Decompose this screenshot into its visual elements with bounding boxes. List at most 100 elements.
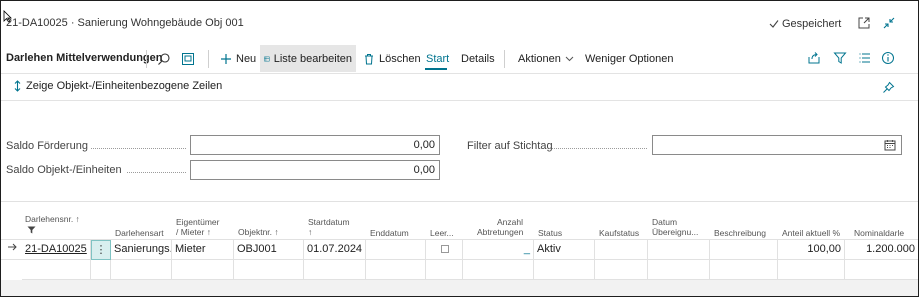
empty-cell[interactable] (710, 260, 778, 280)
divider (1, 100, 918, 101)
info-icon[interactable] (881, 51, 895, 65)
page-caption: Darlehen Mittelverwendungen (6, 52, 163, 64)
header-anteil[interactable]: Anteil aktuell % (782, 228, 840, 238)
table-cell-beschreibung[interactable] (710, 240, 778, 260)
empty-cell[interactable] (778, 260, 845, 280)
header-datum-line2[interactable]: Übereignu... (652, 227, 698, 237)
saldo-objekt-field[interactable]: 0,00 (190, 160, 440, 180)
show-object-lines-action[interactable]: Zeige Objekt-/Einheitenbezogene Zeilen (14, 80, 222, 92)
separator (146, 50, 147, 68)
tab-details-label: Details (461, 52, 495, 65)
empty-cell[interactable] (595, 260, 648, 280)
data-grid: Darlehensnr. ↑ Darlehensart Eigentümer /… (1, 201, 918, 296)
delete-button-label: Löschen (379, 52, 421, 65)
filter-stichtag-label: Filter auf Stichtag (467, 140, 553, 152)
list-view-icon[interactable] (858, 51, 872, 65)
header-nominal[interactable]: Nominaldarle (854, 228, 904, 238)
header-darlehensart[interactable]: Darlehensart (115, 228, 164, 238)
calendar-icon[interactable] (884, 139, 896, 151)
table-cell-eigentuemer[interactable]: Mieter (172, 240, 234, 260)
empty-cell[interactable] (463, 260, 534, 280)
table-cell-status[interactable]: Aktiv (534, 240, 595, 260)
table-cell-leer[interactable] (426, 240, 463, 260)
fewer-options-button[interactable]: Weniger Optionen (581, 45, 677, 72)
actions-menu-label: Aktionen (518, 52, 561, 65)
action-bar: Darlehen Mittelverwendungen Neu Liste be… (1, 45, 918, 72)
separator (504, 50, 505, 68)
tab-start-label: Start (426, 52, 450, 65)
tab-details[interactable]: Details (457, 45, 499, 72)
saldo-objekt-label: Saldo Objekt-/Einheiten (6, 164, 122, 176)
darlehensnr-link[interactable]: 21-DA10025 (25, 243, 87, 255)
field-dots (91, 148, 186, 149)
grid-top-border (1, 201, 918, 202)
actions-menu-button[interactable]: Aktionen (514, 45, 578, 72)
empty-cell[interactable] (111, 260, 172, 280)
open-new-window-icon[interactable] (857, 16, 871, 30)
filter-active-icon (27, 226, 36, 234)
table-cell-objektnr[interactable]: OBJ001 (234, 240, 304, 260)
saldo-foerderung-field[interactable]: 0,00 (190, 135, 440, 155)
saved-status: Gespeichert (769, 18, 841, 30)
show-object-lines-label: Zeige Objekt-/Einheitenbezogene Zeilen (26, 80, 223, 92)
header-status[interactable]: Status (538, 228, 562, 238)
header-startdatum-line2[interactable]: ↑ (308, 227, 312, 237)
divider (1, 73, 918, 74)
row-actions-button[interactable]: ⋮ (91, 240, 111, 260)
empty-cell[interactable] (366, 260, 426, 280)
table-cell-datum[interactable] (648, 240, 710, 260)
pin-icon[interactable] (882, 81, 895, 94)
fewer-options-label: Weniger Optionen (585, 52, 674, 65)
table-cell-darlehensart[interactable]: Sanierungs... (111, 240, 172, 260)
edit-list-button[interactable]: Liste bearbeiten (260, 45, 356, 72)
saved-status-label: Gespeichert (782, 18, 842, 30)
filter-icon[interactable] (833, 51, 847, 65)
leer-checkbox[interactable] (441, 245, 449, 253)
table-cell-kaufstatus[interactable] (595, 240, 648, 260)
delete-button[interactable]: Löschen (359, 45, 425, 72)
empty-cell[interactable] (22, 260, 91, 280)
header-kaufstatus[interactable]: Kaufstatus (599, 228, 639, 238)
table-cell-anzahl[interactable]: _ (463, 240, 534, 260)
empty-cell[interactable] (648, 260, 710, 280)
empty-cell[interactable] (172, 260, 234, 280)
plus-icon (221, 53, 231, 64)
header-startdatum-line1[interactable]: Startdatum (308, 217, 350, 227)
share-icon[interactable] (807, 51, 821, 65)
more-vertical-icon: ⋮ (95, 244, 107, 256)
collapse-icon[interactable] (882, 16, 896, 30)
header-anzahl-line2[interactable]: Abtretungen (477, 227, 523, 237)
header-eigentuemer-line2[interactable]: / Mieter ↑ (176, 227, 211, 237)
checkmark-icon (769, 20, 779, 28)
empty-cell[interactable] (304, 260, 366, 280)
header-objektnr[interactable]: Objektnr. ↑ (238, 227, 279, 237)
open-in-page-icon[interactable] (181, 52, 195, 66)
table-cell-anteil[interactable]: 100,00 (778, 240, 845, 260)
empty-cell[interactable] (234, 260, 304, 280)
separator (208, 50, 209, 68)
empty-cell[interactable] (91, 260, 111, 280)
row-selector[interactable] (1, 240, 22, 260)
header-datum-line1[interactable]: Datum (652, 217, 677, 227)
field-dots (127, 172, 186, 173)
header-beschreibung[interactable]: Beschreibung (714, 228, 766, 238)
header-anzahl-line1[interactable]: Anzahl (497, 217, 523, 227)
page-frame: 21-DA10025 · Sanierung Wohngebäude Obj 0… (0, 0, 919, 297)
page-title: 21-DA10025 · Sanierung Wohngebäude Obj 0… (6, 17, 244, 29)
empty-cell[interactable] (845, 260, 918, 280)
empty-cell[interactable] (426, 260, 463, 280)
header-darlehensnr[interactable]: Darlehensnr. ↑ (25, 214, 80, 224)
filter-stichtag-field[interactable] (652, 135, 902, 155)
header-eigentuemer-line1[interactable]: Eigentümer (176, 217, 219, 227)
table-cell-nominal[interactable]: 1.200.000 (845, 240, 918, 260)
new-button-label: Neu (236, 52, 257, 65)
header-enddatum[interactable]: Enddatum (370, 228, 409, 238)
empty-cell[interactable] (534, 260, 595, 280)
search-icon[interactable] (157, 52, 171, 66)
table-cell-darlehensnr[interactable]: 21-DA10025 (22, 240, 91, 260)
new-button[interactable]: Neu (216, 45, 260, 72)
table-cell-enddatum[interactable] (366, 240, 426, 260)
table-cell-startdatum[interactable]: 01.07.2024 (304, 240, 366, 260)
active-tab-indicator (425, 68, 447, 70)
header-leer[interactable]: Leer... (430, 228, 454, 238)
